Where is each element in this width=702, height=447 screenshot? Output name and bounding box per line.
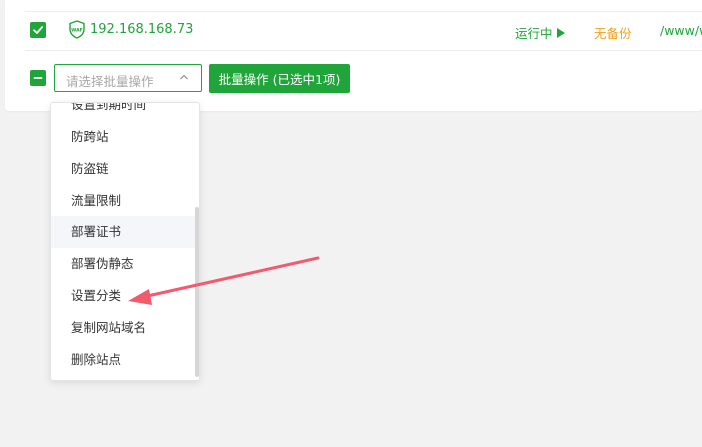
batch-operation-button[interactable]: 批量操作 (已选中1项) bbox=[209, 64, 350, 93]
select-all-checkbox[interactable] bbox=[30, 70, 46, 86]
dropdown-item-set-expiry[interactable]: 设置到期时间 bbox=[51, 103, 199, 121]
row-divider bbox=[25, 50, 702, 51]
dropdown-item-delete-site[interactable]: 删除站点 bbox=[51, 344, 199, 376]
batch-select-placeholder: 请选择批量操作 bbox=[66, 74, 154, 89]
row-divider bbox=[25, 11, 702, 12]
site-path-link[interactable]: /www/w bbox=[660, 23, 702, 38]
dropdown-item-deploy-rewrite[interactable]: 部署伪静态 bbox=[51, 248, 199, 280]
dropdown-scrollbar[interactable] bbox=[195, 207, 199, 377]
check-icon bbox=[33, 26, 44, 34]
batch-operation-select[interactable]: 请选择批量操作 bbox=[54, 64, 202, 92]
dropdown-item-deploy-cert[interactable]: 部署证书 bbox=[51, 216, 199, 248]
chevron-up-icon bbox=[180, 74, 188, 80]
dropdown-item-traffic-limit[interactable]: 流量限制 bbox=[51, 185, 199, 217]
batch-operation-dropdown: 设置到期时间 防跨站 防盗链 流量限制 部署证书 部署伪静态 设置分类 复制网站… bbox=[50, 102, 200, 381]
site-list-panel: WAF 192.168.168.73 运行中 无备份 /www/w 请选择批量操… bbox=[5, 0, 702, 111]
dropdown-item-anti-hotlink[interactable]: 防盗链 bbox=[51, 153, 199, 185]
svg-text:WAF: WAF bbox=[71, 28, 83, 34]
site-ip-link[interactable]: 192.168.168.73 bbox=[90, 22, 193, 37]
site-status[interactable]: 运行中 bbox=[515, 23, 565, 42]
site-status-label: 运行中 bbox=[515, 26, 553, 41]
dropdown-item-anti-cross-site[interactable]: 防跨站 bbox=[51, 121, 199, 153]
dropdown-item-copy-domain[interactable]: 复制网站域名 bbox=[51, 312, 199, 344]
waf-shield-icon: WAF bbox=[69, 20, 85, 39]
site-backup-link[interactable]: 无备份 bbox=[594, 23, 632, 42]
play-icon bbox=[556, 27, 565, 38]
row-checkbox[interactable] bbox=[30, 22, 46, 38]
dropdown-item-set-category[interactable]: 设置分类 bbox=[51, 280, 199, 312]
minus-icon bbox=[33, 77, 43, 79]
